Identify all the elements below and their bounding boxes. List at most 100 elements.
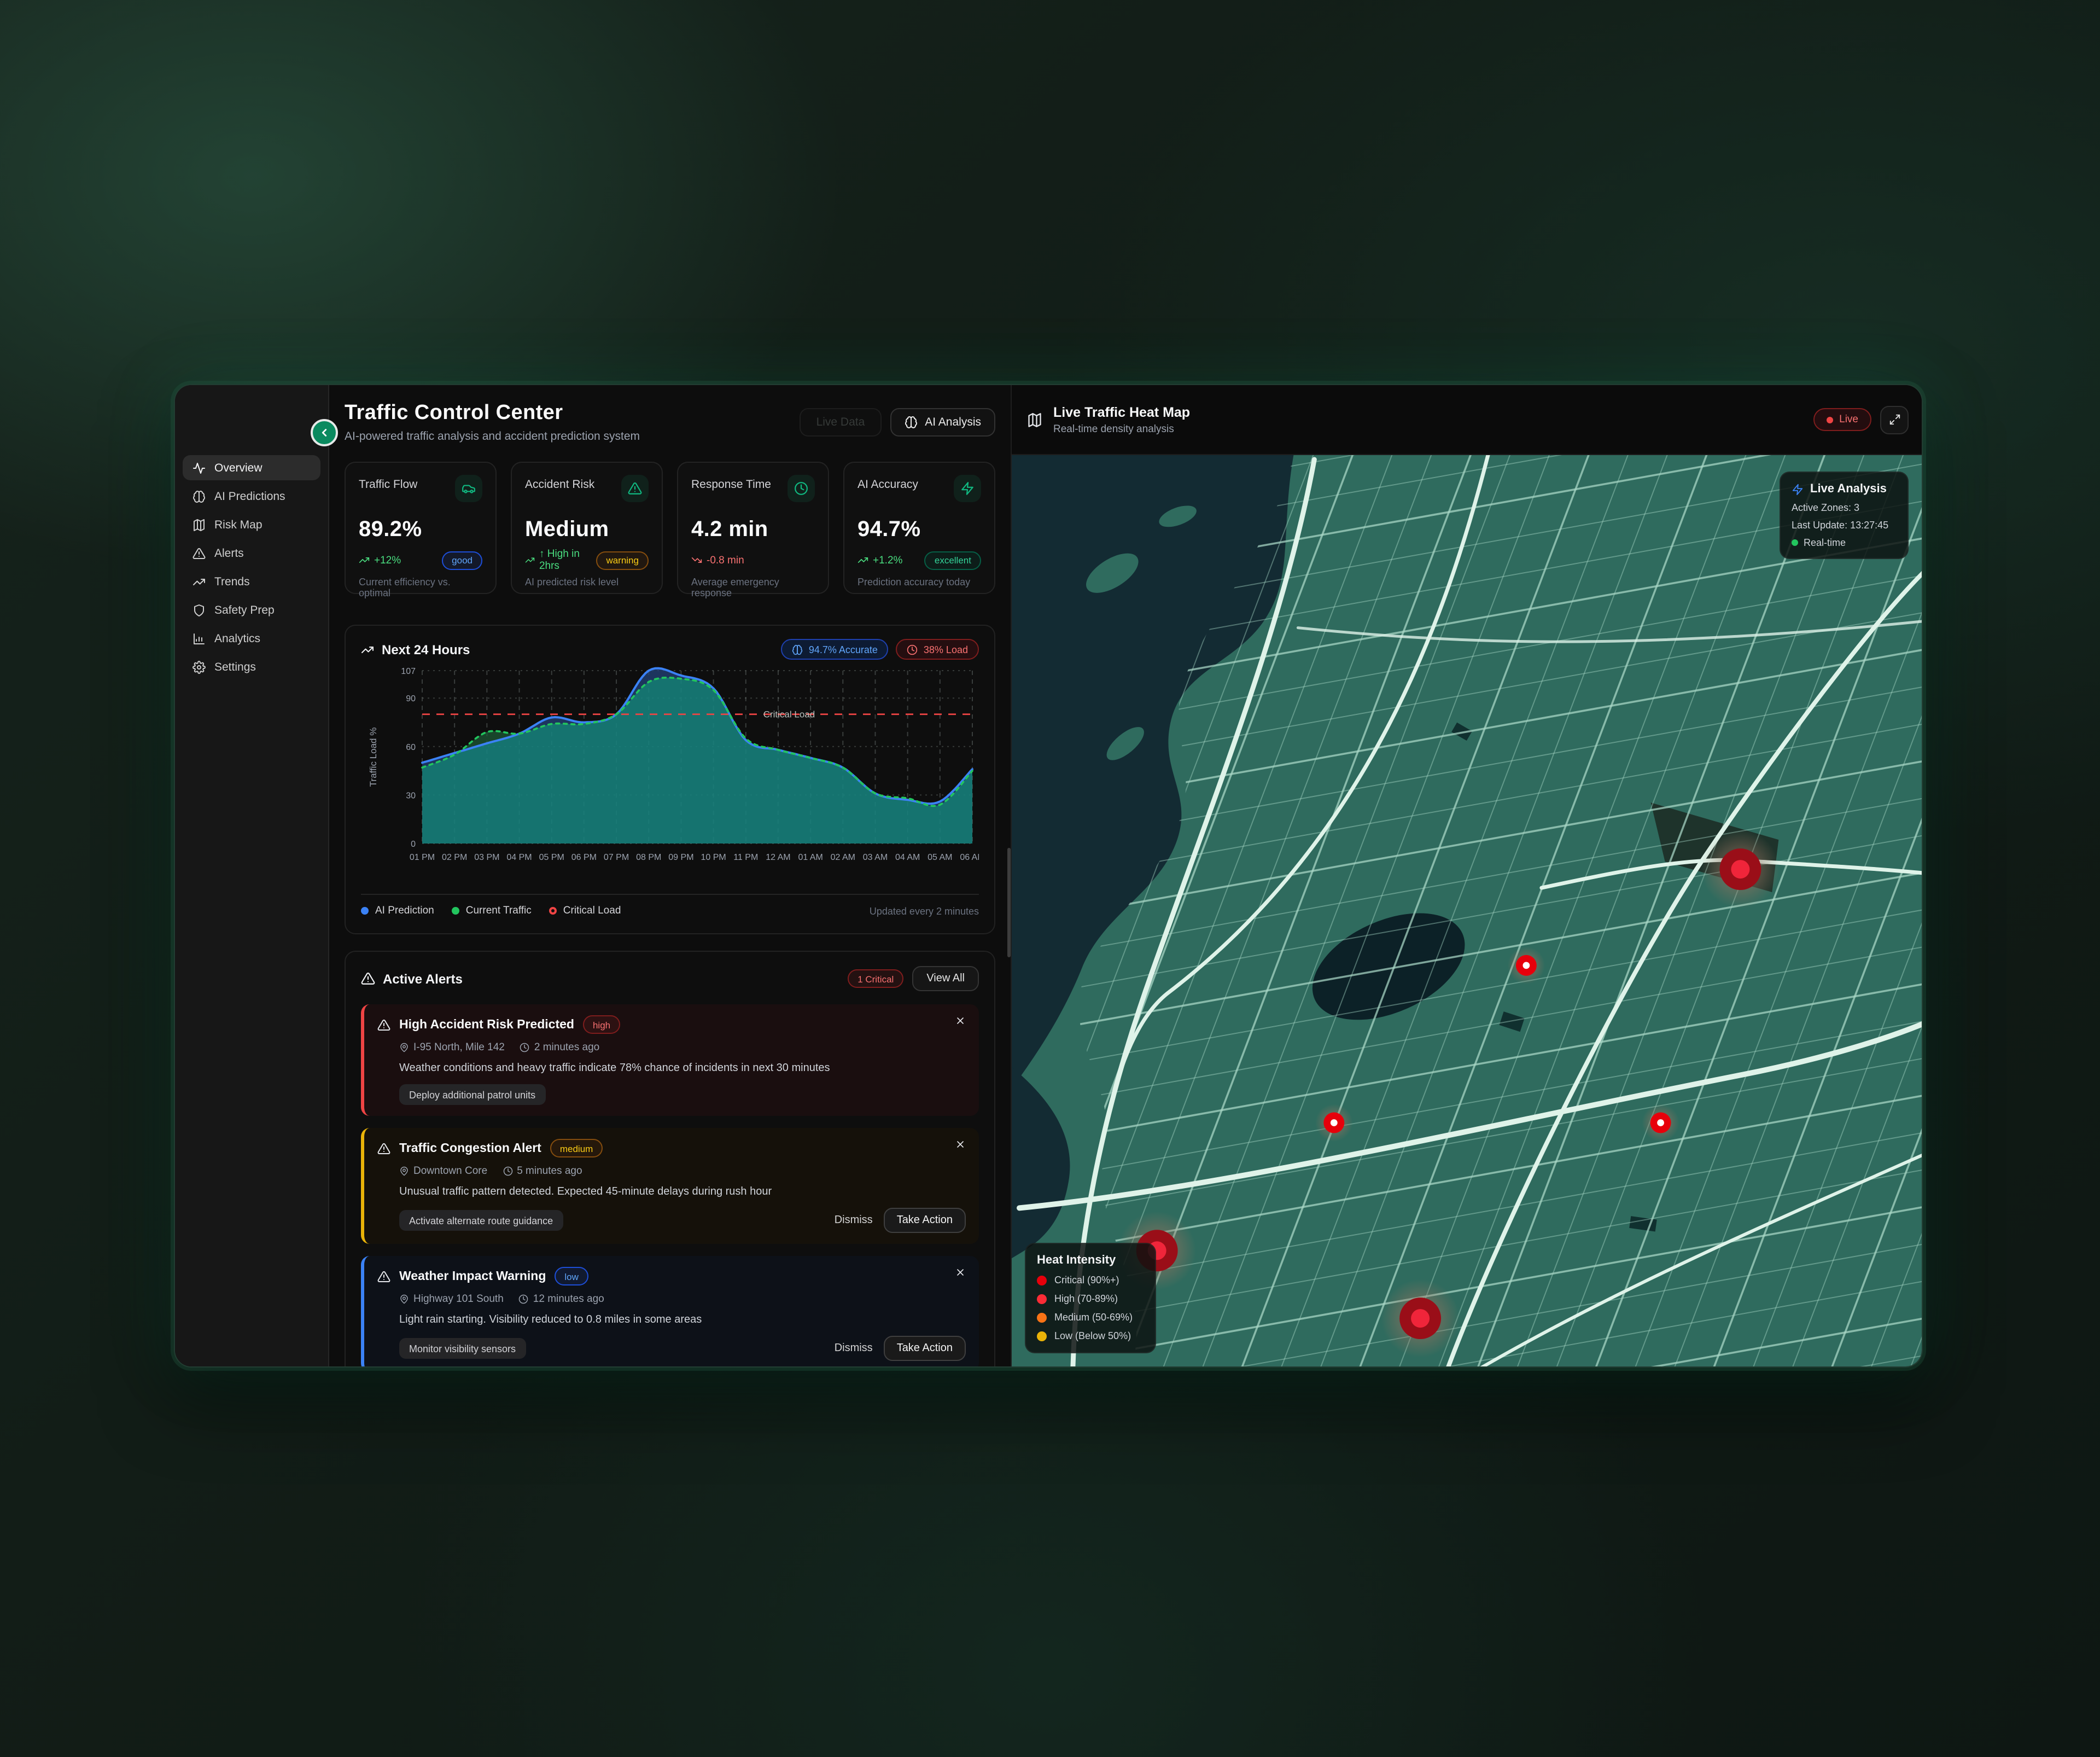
clock-icon [907,644,918,655]
active-zones-text: Active Zones: 3 [1792,502,1897,513]
svg-text:09 PM: 09 PM [668,853,693,862]
stat-value: 4.2 min [691,517,815,543]
severity-badge: low [555,1267,588,1285]
sidebar-item-safety-prep[interactable]: Safety Prep [183,597,320,622]
alert-time: 2 minutes ago [520,1042,599,1054]
alert-list: High Accident Risk PredictedhighI-95 Nor… [361,1004,979,1368]
svg-text:Critical Load: Critical Load [763,709,815,720]
alert-card-low: Weather Impact WarninglowHighway 101 Sou… [361,1256,979,1368]
stat-description: Prediction accuracy today [858,577,981,587]
sidebar-collapse-button[interactable] [311,419,338,446]
activity-icon [192,461,206,474]
svg-text:04 PM: 04 PM [506,853,532,862]
sidebar-item-label: Trends [214,575,250,588]
series-dot-icon [361,907,369,915]
active-alerts-panel: Active Alerts 1 Critical View All High A… [345,951,995,1368]
heat-hotspot-small[interactable] [1310,1099,1358,1147]
alert-action-chip[interactable]: Deploy additional patrol units [399,1084,545,1105]
sidebar-item-overview[interactable]: Overview [183,455,320,480]
chart-header: Next 24 Hours 94.7% Accurate 38% Load [361,639,979,660]
ai-analysis-button[interactable]: AI Analysis [890,408,995,437]
chevron-left-icon [318,427,330,439]
stat-card-traffic-flow: Traffic Flow89.2%+12%goodCurrent efficie… [345,462,497,594]
live-analysis-overlay: Live Analysis Active Zones: 3 Last Updat… [1780,472,1909,559]
alert-triangle-icon [361,971,375,986]
alerts-title-group: Active Alerts [361,971,463,986]
green-dot-icon [1792,539,1798,546]
sidebar: Overview AI Predictions Risk Map Alerts Tren… [175,385,329,1366]
alerts-actions: 1 Critical View All [848,966,979,991]
sidebar-item-label: Settings [214,660,256,673]
sidebar-item-trends[interactable]: Trends [183,569,320,594]
heat-dot-icon [1037,1312,1047,1322]
stat-description: Average emergency response [691,577,815,598]
sidebar-item-risk-map[interactable]: Risk Map [183,512,320,537]
heat-hotspot-small[interactable] [1637,1099,1685,1147]
map-subtitle: Real-time density analysis [1053,423,1190,435]
svg-text:07 PM: 07 PM [604,853,629,862]
alert-time: 5 minutes ago [503,1165,582,1177]
last-update-text: Last Update: 13:27:45 [1792,520,1897,531]
heat-hotspot-large[interactable] [1370,1268,1471,1366]
alert-action-chip[interactable]: Monitor visibility sensors [399,1338,526,1359]
map-canvas[interactable]: Live Analysis Active Zones: 3 Last Updat… [1012,455,1923,1366]
sidebar-item-settings[interactable]: Settings [183,654,320,679]
sidebar-item-label: Alerts [214,546,244,560]
city-basemap [1012,455,1923,1366]
svg-text:02 PM: 02 PM [442,853,467,862]
alert-card-medium: Traffic Congestion AlertmediumDowntown C… [361,1128,979,1244]
heat-legend-title: Heat Intensity [1037,1254,1144,1267]
sidebar-item-analytics[interactable]: Analytics [183,626,320,651]
critical-ring-icon [549,907,557,915]
map-icon [1027,412,1042,427]
close-icon[interactable] [955,1267,966,1278]
live-data-button[interactable]: Live Data [800,408,882,437]
chart-legend: AI PredictionCurrent TrafficCritical Loa… [361,894,979,917]
dismiss-button[interactable]: Dismiss [835,1214,873,1226]
alert-triangle-icon [621,475,649,502]
stat-label: Traffic Flow [359,478,417,491]
expand-map-button[interactable] [1880,405,1909,434]
view-all-button[interactable]: View All [912,966,979,991]
legend-item-ai-prediction: AI Prediction [361,905,434,917]
sidebar-item-ai-predictions[interactable]: AI Predictions [183,484,320,509]
sidebar-item-label: AI Predictions [214,490,285,503]
alert-card-high: High Accident Risk PredictedhighI-95 Nor… [361,1004,979,1116]
trend-indicator: +1.2% [858,554,902,566]
svg-text:01 PM: 01 PM [410,853,435,862]
chart-badges: 94.7% Accurate 38% Load [781,639,979,660]
accuracy-badge: 94.7% Accurate [781,639,889,660]
svg-text:06 PM: 06 PM [571,853,597,862]
take-action-button[interactable]: Take Action [884,1336,966,1361]
heat-hotspot-small[interactable] [1502,941,1550,990]
stat-description: Current efficiency vs. optimal [359,577,482,598]
take-action-button[interactable]: Take Action [884,1208,966,1233]
svg-text:11 PM: 11 PM [733,853,758,862]
alert-action-chip[interactable]: Activate alternate route guidance [399,1210,563,1231]
dismiss-button[interactable]: Dismiss [835,1342,873,1354]
alert-triangle-icon [192,546,206,560]
sidebar-item-label: Risk Map [214,518,262,531]
svg-text:02 AM: 02 AM [831,853,855,862]
desktop-background: Overview AI Predictions Risk Map Alerts Tren… [0,0,2100,1757]
trending-up-icon [361,643,374,656]
status-badge: excellent [925,551,981,569]
alert-triangle-icon [377,1142,390,1155]
alert-location: Highway 101 South [399,1293,504,1305]
stat-label: AI Accuracy [858,478,918,491]
legend-item-critical-load: Critical Load [549,905,621,917]
svg-text:03 AM: 03 AM [863,853,888,862]
alert-triangle-icon [377,1018,390,1031]
shield-icon [192,603,206,616]
chart-title: Next 24 Hours [382,642,470,657]
brain-icon [192,490,206,503]
svg-text:Traffic Load %: Traffic Load % [368,728,378,787]
zap-icon [954,475,981,502]
alert-title: High Accident Risk Predicted [399,1018,574,1031]
stat-card-accident-risk: Accident RiskMedium↑ High in 2hrswarning… [511,462,663,594]
heat-hotspot-large[interactable] [1690,819,1791,920]
close-icon[interactable] [955,1139,966,1150]
close-icon[interactable] [955,1015,966,1026]
sidebar-item-alerts[interactable]: Alerts [183,540,320,566]
stat-label: Accident Risk [525,478,594,491]
